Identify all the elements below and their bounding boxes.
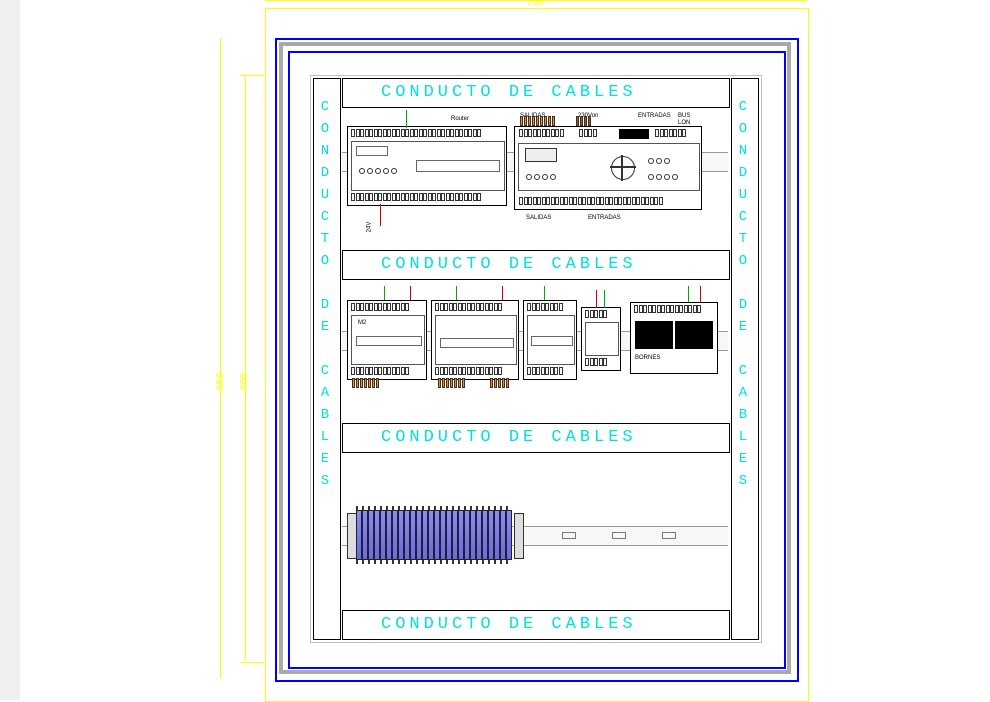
cable-duct-mid-upper-label: CONDUCTO DE CABLES: [381, 255, 637, 274]
device-m1: M2: [347, 300, 427, 380]
label-entradas-top: ENTRADAS: [638, 113, 671, 119]
dim-height-outer-text: 850: [216, 372, 227, 390]
wire-comb-b1: [520, 116, 565, 126]
device-m5: BORNES: [630, 302, 718, 374]
cable-duct-top: CONDUCTO DE CABLES: [342, 78, 730, 108]
device-m1-tag: M2: [358, 320, 366, 326]
cable-duct-right-label: CONDUCTO DE CABLES: [735, 99, 751, 495]
device-m3: [523, 300, 577, 380]
device-m4: [581, 307, 621, 371]
cable-duct-mid-upper: CONDUCTO DE CABLES: [342, 250, 730, 280]
cable-duct-right: CONDUCTO DE CABLES: [731, 78, 759, 640]
label-salidas-bot: SALIDAS: [526, 215, 551, 221]
dim-inner-leaders: [240, 75, 264, 663]
cable-duct-top-label: CONDUCTO DE CABLES: [381, 83, 637, 102]
terminal-block-end-r: [514, 513, 524, 559]
label-bus: BUS: [678, 113, 690, 119]
device-controller-a: [347, 126, 507, 206]
device-m5-tag: BORNES: [635, 355, 660, 361]
terminal-block-strip: [356, 510, 512, 560]
dim-width-text: 750: [526, 0, 544, 9]
cable-duct-bottom: CONDUCTO DE CABLES: [342, 610, 730, 640]
device-m2: [431, 300, 519, 380]
label-entradas-bot: ENTRADAS: [588, 215, 621, 221]
cable-duct-left-label: CONDUCTO DE CABLES: [317, 99, 333, 495]
device-controller-b: [514, 126, 702, 210]
cable-duct-left: CONDUCTO DE CABLES: [313, 78, 341, 640]
wire-red-a: [380, 204, 381, 226]
label-router: Router: [451, 116, 469, 122]
wire-green-a: [406, 110, 407, 128]
scrollbar-vertical[interactable]: [0, 0, 21, 700]
cable-duct-mid-lower: CONDUCTO DE CABLES: [342, 423, 730, 453]
drawing-canvas: 750 850 800 CONDUCTO DE CABLES CONDUCTO …: [20, 0, 990, 700]
wire-comb-b2: [576, 116, 598, 126]
label-24v: 24V: [366, 222, 372, 233]
cable-duct-mid-lower-label: CONDUCTO DE CABLES: [381, 428, 637, 447]
dial-icon: [611, 156, 635, 180]
cable-duct-bottom-label: CONDUCTO DE CABLES: [381, 615, 637, 634]
